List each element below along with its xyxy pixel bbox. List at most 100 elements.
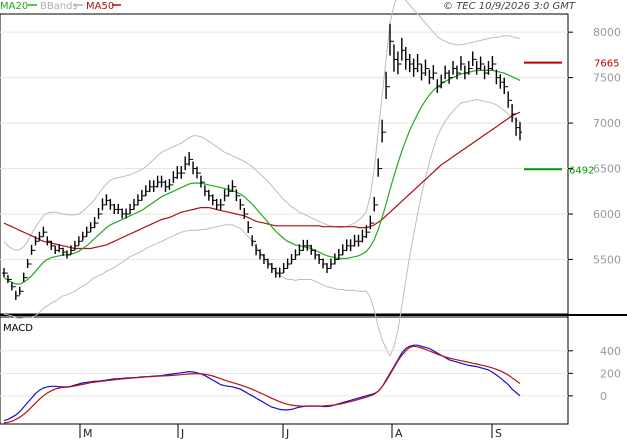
ohlc-bar	[293, 249, 298, 260]
stock-chart: MA20 BBands MA50 © TEC 10/9/2026 3:0 GMT…	[0, 0, 627, 440]
legend-ma20: MA20	[0, 1, 28, 12]
ma50-line	[3, 111, 521, 250]
ohlc-bar	[344, 239, 349, 252]
macd-signal-line	[3, 345, 521, 424]
ohlc-bar	[45, 231, 50, 246]
ohlc-bar	[368, 215, 373, 233]
ohlc-bar	[100, 198, 105, 215]
price-tick-label: 6500	[593, 163, 621, 176]
ohlc-bar	[439, 74, 444, 89]
legend-bbands: BBands	[40, 1, 78, 12]
ohlc-bar	[167, 178, 172, 190]
ohlc-bar	[175, 166, 180, 179]
macd-gridlines	[0, 350, 568, 397]
ohlc-bar	[443, 65, 448, 83]
ohlc-bar	[324, 263, 329, 274]
price-marker-label: 7665	[594, 59, 619, 70]
macd-tick-label: 400	[600, 345, 621, 358]
x-tick-label: S	[495, 427, 502, 440]
ohlc-bar	[29, 244, 34, 265]
ohlc-bar	[423, 59, 428, 76]
ohlc-bar	[474, 58, 479, 75]
ohlc-bar	[163, 180, 168, 193]
ohlc-bar	[356, 234, 361, 247]
ohlc-bar	[482, 63, 487, 80]
ohlc-bar	[116, 203, 121, 214]
ma20-line	[3, 69, 521, 285]
ohlc-bar	[76, 236, 81, 247]
ohlc-bar	[486, 61, 491, 75]
ohlc-bar	[462, 63, 467, 80]
ohlc-bar	[305, 239, 310, 251]
ohlc-bar	[427, 68, 432, 85]
ohlc-bar	[41, 226, 46, 238]
ohlc-bar	[451, 61, 456, 79]
ohlc-bar	[340, 244, 345, 256]
macd-panel-frame	[0, 316, 569, 425]
ohlc-bar	[191, 158, 196, 175]
ohlc-bar	[218, 198, 223, 210]
ohlc-bar	[108, 198, 113, 210]
ohlc-bar	[135, 194, 140, 206]
ohlc-bar	[265, 258, 270, 269]
ohlc-bar	[238, 195, 243, 210]
ohlc-bar	[466, 61, 471, 75]
ohlc-bar	[372, 196, 377, 224]
price-tick-label: 7500	[593, 72, 621, 85]
ohlc-bar	[128, 203, 133, 215]
ohlc-bar	[391, 40, 396, 72]
ohlc-bar	[183, 156, 188, 174]
ohlc-bar	[435, 72, 440, 93]
copyright-label: © TEC 10/9/2026 3:0 GMT	[443, 1, 576, 12]
ohlc-bar	[510, 99, 515, 123]
ohlc-bar	[147, 180, 152, 193]
ohlc-bar	[210, 194, 215, 206]
ohlc-bar	[222, 189, 227, 206]
ohlc-bar	[198, 172, 203, 188]
ohlc-bar	[187, 151, 192, 166]
ohlc-bar	[13, 286, 18, 300]
ohlc-bar	[269, 263, 274, 274]
ohlc-bar	[179, 166, 184, 179]
ohlc-bar	[490, 56, 495, 71]
ohlc-bar	[131, 198, 136, 210]
ohlc-bar	[458, 56, 463, 74]
x-tick-label: M	[83, 427, 93, 440]
bollinger-bands	[3, 0, 521, 357]
ohlc-bar	[399, 37, 404, 65]
ohlc-bar	[139, 189, 144, 201]
ohlc-bar	[332, 253, 337, 265]
x-tick-label: A	[395, 427, 403, 440]
x-tick-label: J	[180, 427, 184, 440]
price-tick-label: 8000	[593, 26, 621, 39]
ohlc-bar	[395, 51, 400, 75]
ohlc-bar	[328, 258, 333, 270]
ohlc-bar	[92, 217, 97, 229]
ohlc-bars	[2, 23, 522, 300]
x-axis: MJJAS	[79, 424, 502, 440]
ohlc-bar	[407, 54, 412, 73]
price-tick-label: 5500	[593, 253, 621, 266]
x-tick-label: J	[285, 427, 289, 440]
moving-averages	[3, 69, 521, 285]
ohlc-bar	[143, 185, 148, 197]
ohlc-bar	[234, 186, 239, 202]
ohlc-bar	[285, 258, 290, 270]
ohlc-bar	[281, 263, 286, 274]
ohlc-bar	[84, 226, 89, 238]
ohlc-bar	[53, 245, 58, 255]
ohlc-bar	[506, 86, 511, 108]
ohlc-bar	[494, 63, 499, 85]
macd-lines	[3, 344, 521, 424]
ohlc-bar	[112, 203, 117, 214]
ohlc-bar	[206, 189, 211, 201]
ohlc-bar	[214, 198, 219, 210]
ohlc-bar	[518, 122, 522, 141]
ohlc-bar	[226, 184, 231, 197]
ohlc-bar	[80, 231, 85, 242]
ohlc-bar	[88, 222, 93, 233]
macd-tick-label: 0	[600, 390, 607, 403]
macd-tick-label: 200	[600, 367, 621, 380]
ohlc-bar	[411, 58, 416, 77]
ohlc-bar	[96, 208, 101, 224]
